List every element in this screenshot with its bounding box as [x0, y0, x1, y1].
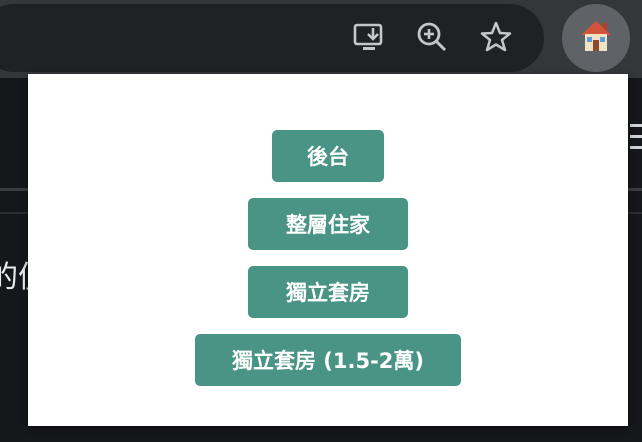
extension-button[interactable]	[562, 4, 630, 72]
bookmark-star-icon[interactable]	[477, 18, 515, 56]
house-icon	[577, 17, 615, 59]
address-bar[interactable]	[0, 4, 544, 72]
studio-suite-price-button[interactable]: 獨立套房 (1.5-2萬)	[195, 334, 461, 386]
whole-floor-home-button[interactable]: 整層住家	[248, 198, 408, 250]
backend-button[interactable]: 後台	[272, 130, 384, 182]
zoom-icon[interactable]	[413, 18, 451, 56]
page-menu-icon[interactable]	[630, 124, 642, 152]
extension-popup: 後台 整層住家 獨立套房 獨立套房 (1.5-2萬)	[28, 74, 628, 426]
browser-toolbar	[0, 0, 642, 78]
popup-button-list: 後台 整層住家 獨立套房 獨立套房 (1.5-2萬)	[28, 130, 628, 386]
studio-suite-button[interactable]: 獨立套房	[248, 266, 408, 318]
install-app-icon[interactable]	[350, 18, 388, 56]
